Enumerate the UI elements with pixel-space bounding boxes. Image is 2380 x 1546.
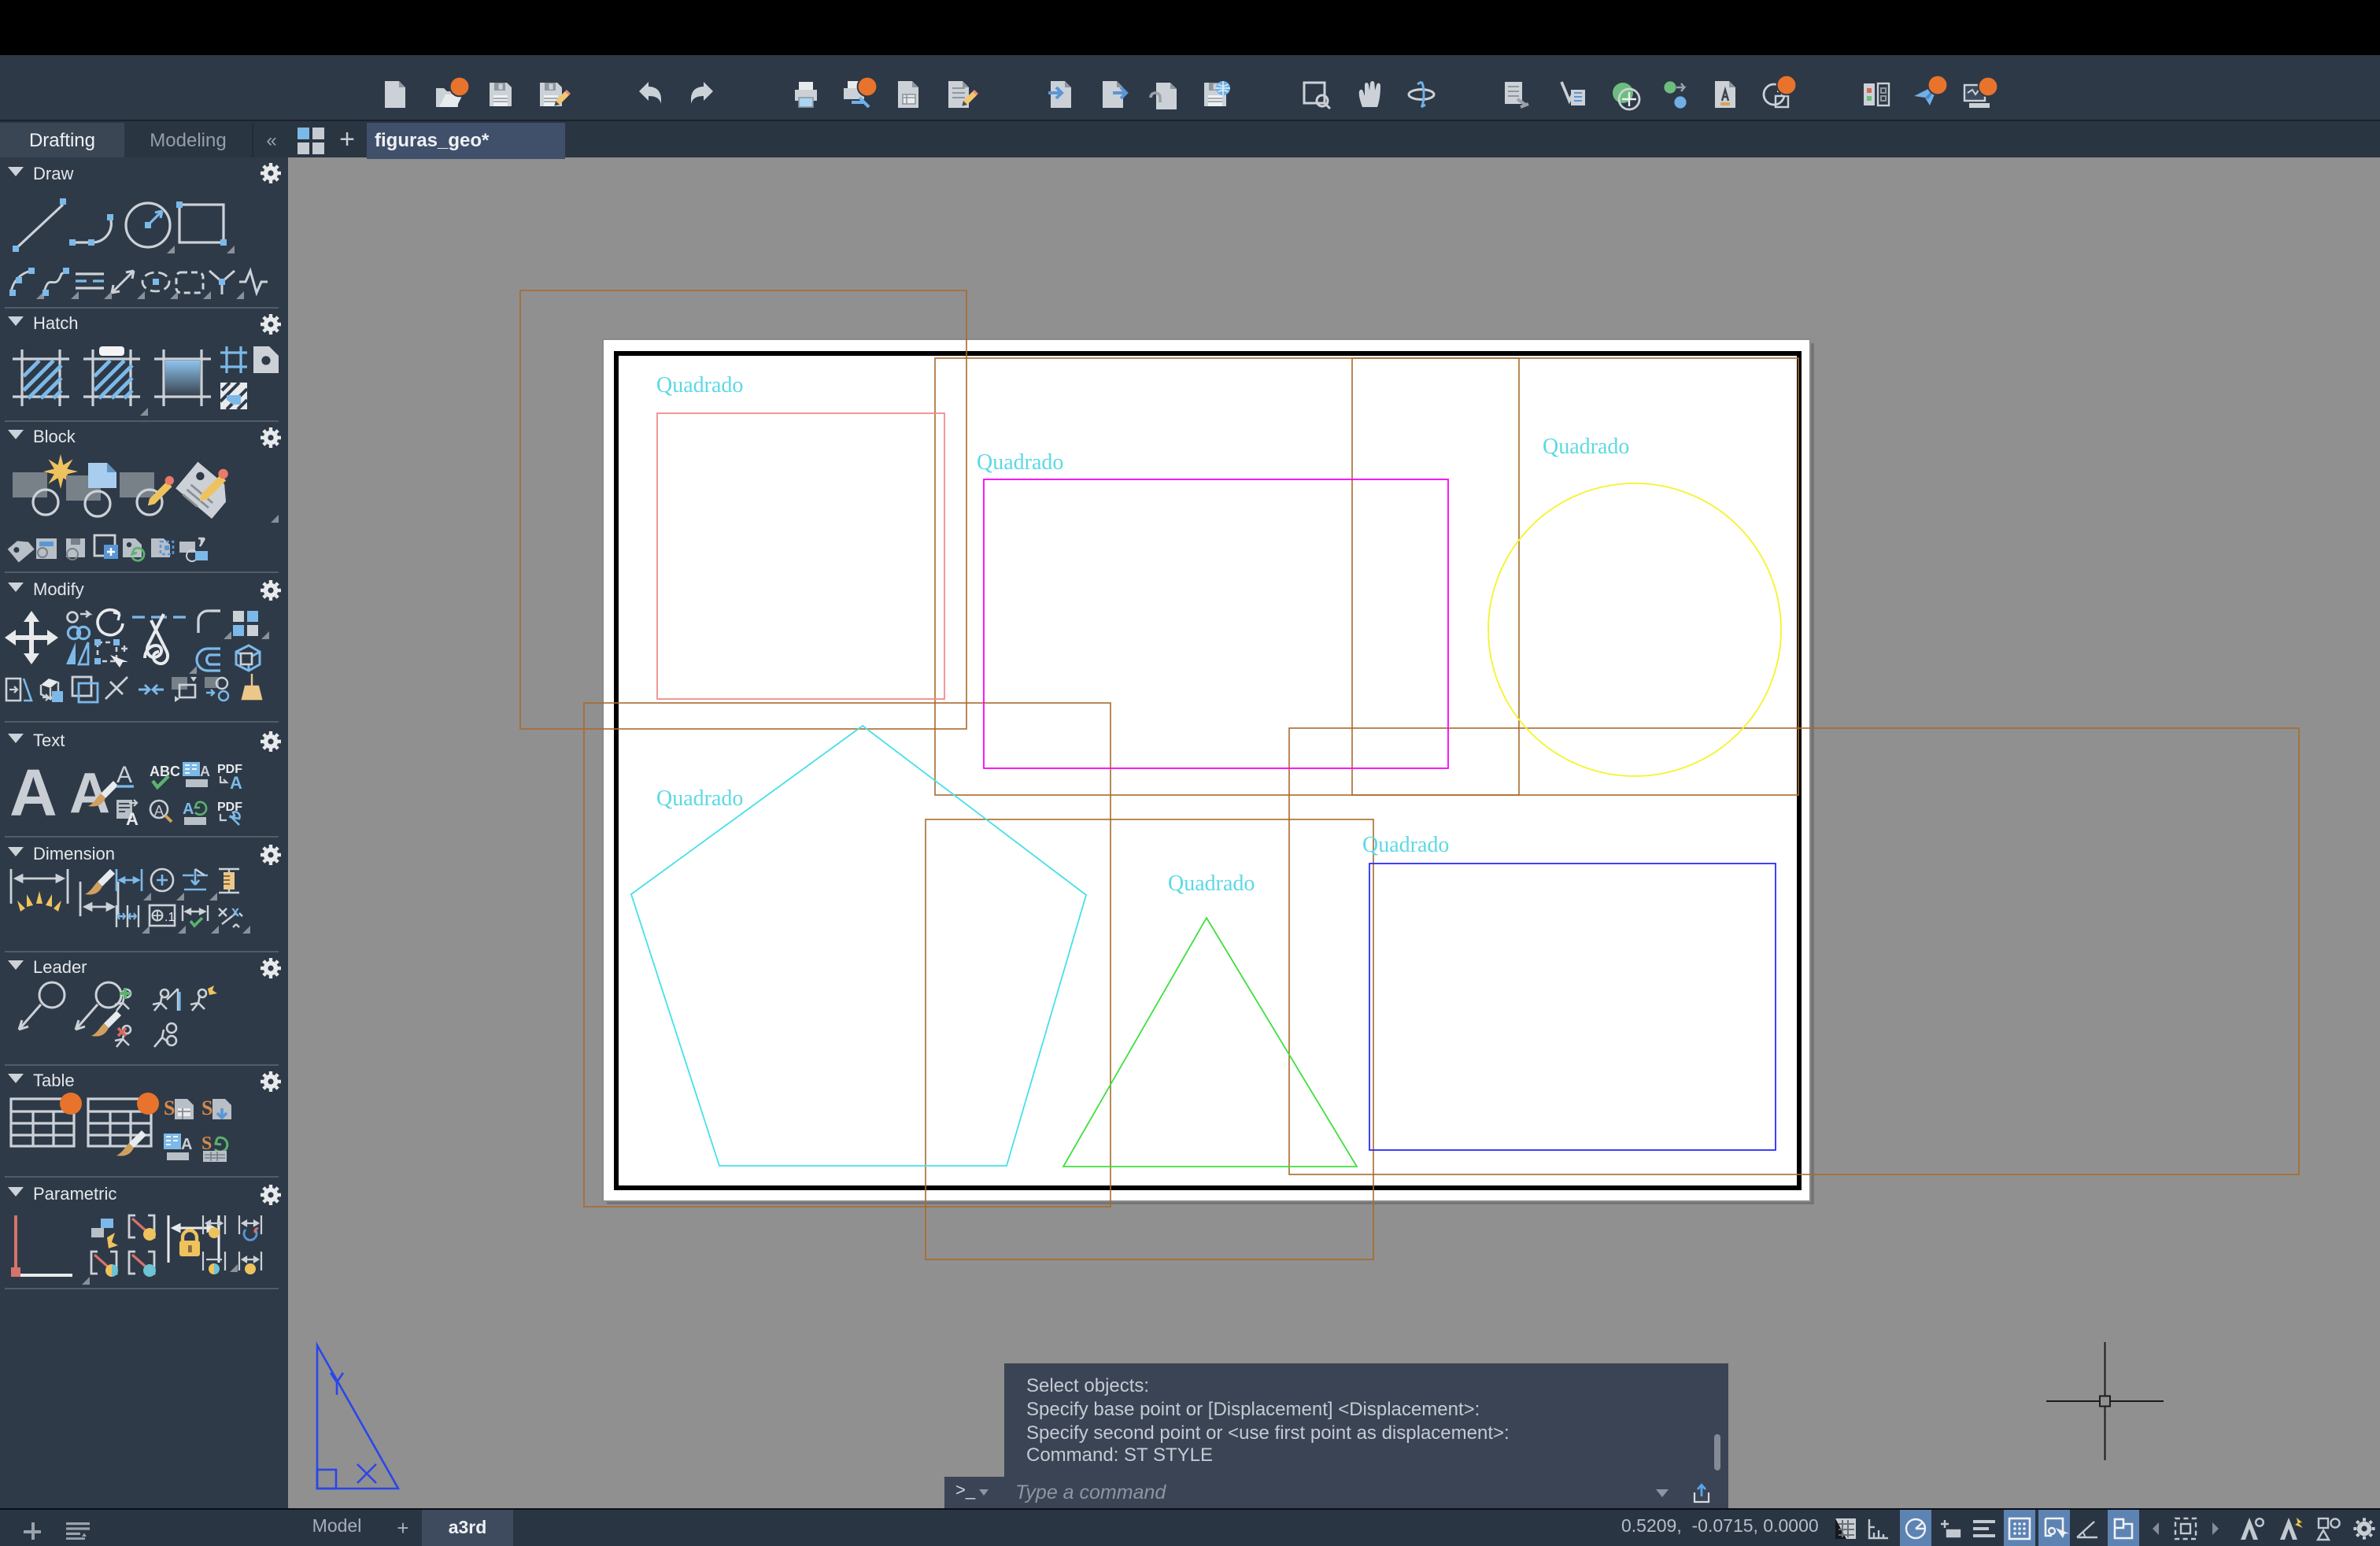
svg-text:Quadrado: Quadrado [1362, 833, 1449, 857]
svg-text:A: A [9, 756, 57, 830]
svg-text:.1: .1 [164, 911, 175, 924]
svg-text:A: A [126, 809, 139, 829]
svg-text:S: S [164, 1097, 175, 1119]
svg-text:x: x [231, 904, 239, 919]
svg-text:A: A [200, 764, 210, 779]
svg-text:Quadrado: Quadrado [977, 450, 1063, 475]
svg-text:PDF: PDF [217, 801, 242, 814]
svg-text:Quadrado: Quadrado [1543, 435, 1629, 459]
svg-text:A: A [181, 1136, 192, 1153]
svg-text:S: S [201, 1097, 213, 1119]
svg-text:ABC: ABC [150, 764, 180, 779]
svg-text:A: A [154, 803, 164, 819]
svg-text:Quadrado: Quadrado [1168, 871, 1255, 896]
svg-text:Quadrado: Quadrado [656, 373, 743, 398]
svg-text:A: A [183, 801, 194, 818]
svg-text:A: A [116, 762, 132, 788]
svg-text:Quadrado: Quadrado [656, 786, 743, 811]
svg-text:A: A [230, 773, 242, 793]
